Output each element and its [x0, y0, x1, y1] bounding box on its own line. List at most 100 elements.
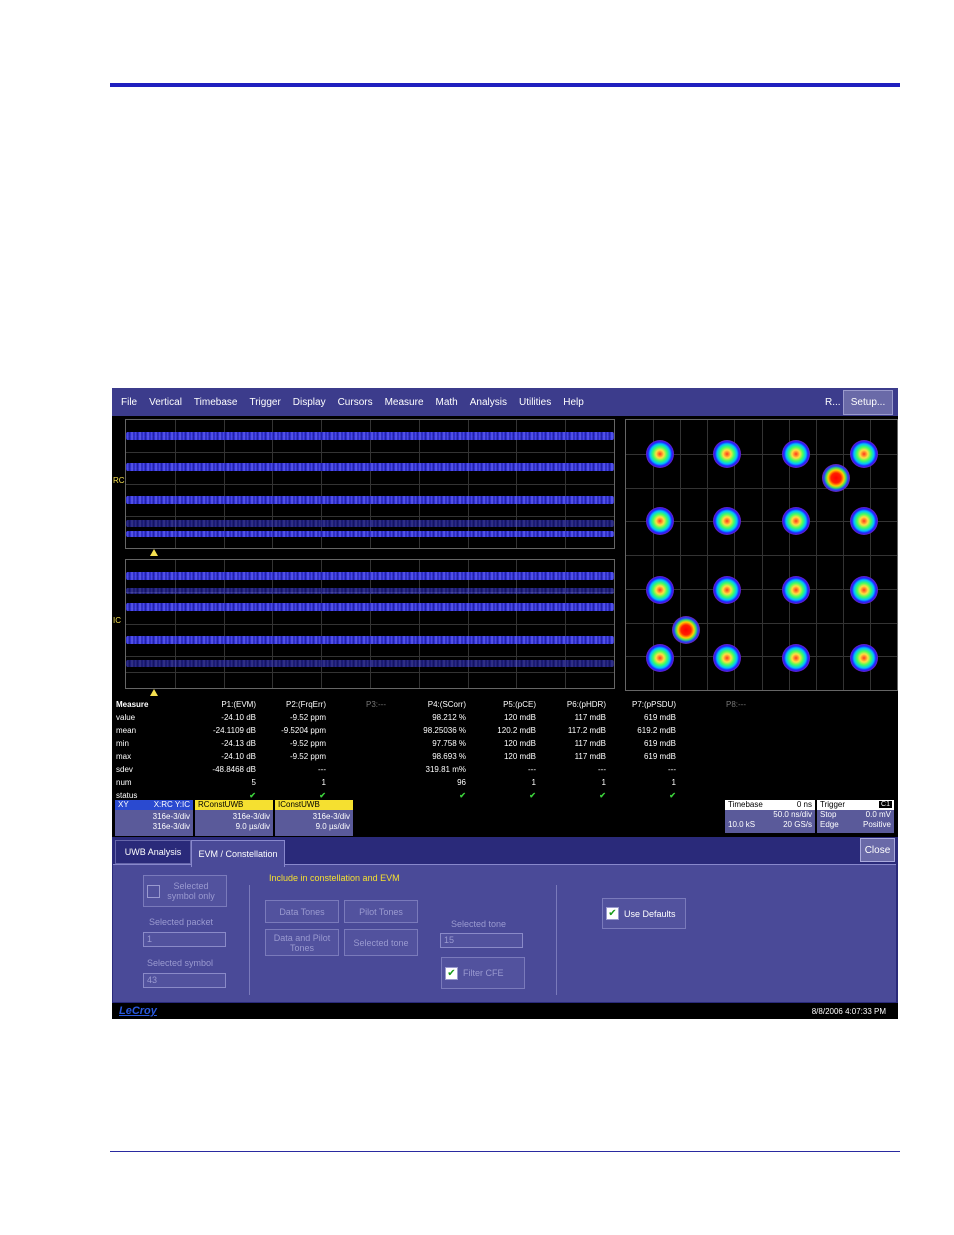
- page-footer-rule: [110, 1151, 900, 1152]
- ic-trace-band: [126, 603, 614, 611]
- measure-column-p4[interactable]: P4:(SCorr): [396, 700, 466, 709]
- constellation-point: [782, 440, 810, 468]
- channel-box-rconstuwb[interactable]: RConstUWB 316e-3/div 9.0 µs/div: [195, 800, 273, 836]
- channel-scale: 316e-3/div: [232, 812, 270, 821]
- trigger-type: Edge: [820, 820, 839, 829]
- menu-measure[interactable]: Measure: [385, 397, 424, 408]
- measure-column-p7[interactable]: P7:(pPSDU): [606, 700, 676, 709]
- measure-cell: 1: [671, 778, 676, 787]
- selected-tone-input[interactable]: 15: [440, 933, 523, 948]
- filter-cfe-checkbox[interactable]: ✔ Filter CFE: [441, 957, 525, 989]
- constellation-point: [646, 644, 674, 672]
- rc-trace-band: [126, 463, 614, 471]
- measure-cell: ---: [668, 765, 676, 774]
- use-defaults-checkbox[interactable]: ✔ Use Defaults: [602, 898, 686, 929]
- trace-grid-ic: [125, 559, 615, 689]
- channel-box-iconstuwb[interactable]: IConstUWB 316e-3/div 9.0 µs/div: [275, 800, 353, 836]
- ic-trace-band: [126, 588, 614, 594]
- measure-cell: -24.1109 dB: [213, 726, 256, 735]
- menu-trigger[interactable]: Trigger: [249, 397, 280, 408]
- measure-cell: 619 mdB: [643, 713, 676, 722]
- data-tones-button[interactable]: Data Tones: [265, 900, 339, 923]
- channel-scale: 316e-3/div: [152, 812, 190, 821]
- selected-tone-label: Selected tone: [451, 919, 507, 929]
- constellation-point: [713, 644, 741, 672]
- tab-uwb-analysis[interactable]: UWB Analysis: [115, 840, 191, 864]
- ic-trace-band: [126, 660, 614, 667]
- measure-cell: 97.758 %: [432, 739, 466, 748]
- constellation-point-selected: [822, 464, 850, 492]
- channel-name: IConstUWB: [278, 800, 320, 809]
- menu-file[interactable]: File: [121, 397, 137, 408]
- selected-tone-button[interactable]: Selected tone: [344, 929, 418, 956]
- measure-column-p8[interactable]: P8:---: [686, 700, 746, 709]
- menu-help[interactable]: Help: [563, 397, 584, 408]
- measure-cell: 117 mdB: [574, 739, 606, 748]
- ic-trace-band: [126, 636, 614, 644]
- measure-column-p2[interactable]: P2:(FrqErr): [256, 700, 326, 709]
- measure-column-p3[interactable]: P3:---: [326, 700, 386, 709]
- measure-cell: ---: [598, 765, 606, 774]
- measure-row-label: status: [116, 791, 138, 800]
- trigger-channel-badge: C1: [879, 801, 892, 808]
- timebase-box[interactable]: Timebase 0 ns 50.0 ns/div 10.0 kS 20 GS/…: [725, 800, 815, 833]
- measure-cell: 98.693 %: [432, 752, 466, 761]
- grid-line: [680, 420, 682, 690]
- page-header-rule: [110, 83, 900, 87]
- menu-display[interactable]: Display: [293, 397, 326, 408]
- measure-cell: ---: [528, 765, 536, 774]
- measure-column-p6[interactable]: P6:(pHDR): [536, 700, 606, 709]
- channel-source: X:RC Y:IC: [153, 800, 190, 809]
- measure-column-p1[interactable]: P1:(EVM): [186, 700, 256, 709]
- measure-cell: 619 mdB: [643, 752, 676, 761]
- constellation-point: [646, 440, 674, 468]
- selected-packet-input[interactable]: 1: [143, 932, 226, 947]
- measure-row-label: num: [116, 778, 132, 787]
- measure-cell: -24.10 dB: [221, 752, 256, 761]
- trigger-box[interactable]: Trigger C1 Stop 0.0 mV Edge Positive: [817, 800, 894, 833]
- measure-cell: 98.25036 %: [423, 726, 466, 735]
- grid-line: [707, 420, 709, 690]
- menu-bar: File Vertical Timebase Trigger Display C…: [112, 388, 898, 416]
- ic-trace-band: [126, 572, 614, 580]
- menu-analysis[interactable]: Analysis: [470, 397, 507, 408]
- measure-column-p5[interactable]: P5:(pCE): [466, 700, 536, 709]
- tab-evm-constellation[interactable]: EVM / Constellation: [191, 840, 285, 867]
- selected-symbol-input[interactable]: 43: [143, 973, 226, 988]
- setup-button[interactable]: Setup...: [843, 390, 893, 415]
- check-icon: ✔: [606, 907, 619, 920]
- timebase-rate: 20 GS/s: [783, 820, 812, 829]
- menu-math[interactable]: Math: [436, 397, 458, 408]
- trigger-mode: Stop: [820, 810, 837, 819]
- constellation-plot: [625, 419, 898, 691]
- status-check-icon: ✔: [599, 791, 606, 800]
- measure-cell: 120.2 mdB: [497, 726, 536, 735]
- oscilloscope-window: File Vertical Timebase Trigger Display C…: [112, 388, 898, 1019]
- menu-timebase[interactable]: Timebase: [194, 397, 238, 408]
- recall-label[interactable]: R...: [825, 397, 841, 408]
- measure-row-label: sdev: [116, 765, 133, 774]
- timebase-offset: 0 ns: [796, 800, 812, 809]
- measure-cell: 5: [251, 778, 256, 787]
- constellation-point: [782, 644, 810, 672]
- menu-utilities[interactable]: Utilities: [519, 397, 551, 408]
- measure-cell: -24.10 dB: [221, 713, 256, 722]
- constellation-point: [646, 576, 674, 604]
- measure-row-label: value: [116, 713, 136, 722]
- measure-cell: -48.8468 dB: [212, 765, 256, 774]
- measure-cell: -9.5204 ppm: [281, 726, 326, 735]
- measure-cell: 120 mdB: [503, 739, 536, 748]
- pilot-tones-button[interactable]: Pilot Tones: [344, 900, 418, 923]
- timebase-samples: 10.0 kS: [728, 820, 756, 829]
- close-button[interactable]: Close: [860, 838, 895, 862]
- selected-symbol-only-checkbox[interactable]: Selected symbol only: [143, 875, 227, 907]
- menu-vertical[interactable]: Vertical: [149, 397, 182, 408]
- selected-symbol-only-label: Selected symbol only: [167, 881, 215, 901]
- data-and-pilot-tones-button[interactable]: Data and Pilot Tones: [265, 929, 339, 956]
- channel-name: RConstUWB: [198, 800, 244, 809]
- constellation-point: [850, 507, 878, 535]
- menu-cursors[interactable]: Cursors: [338, 397, 373, 408]
- channel-box-xy[interactable]: XY X:RC Y:IC 316e-3/div 316e-3/div: [115, 800, 193, 836]
- grid-line: [761, 420, 763, 690]
- constellation-point: [850, 440, 878, 468]
